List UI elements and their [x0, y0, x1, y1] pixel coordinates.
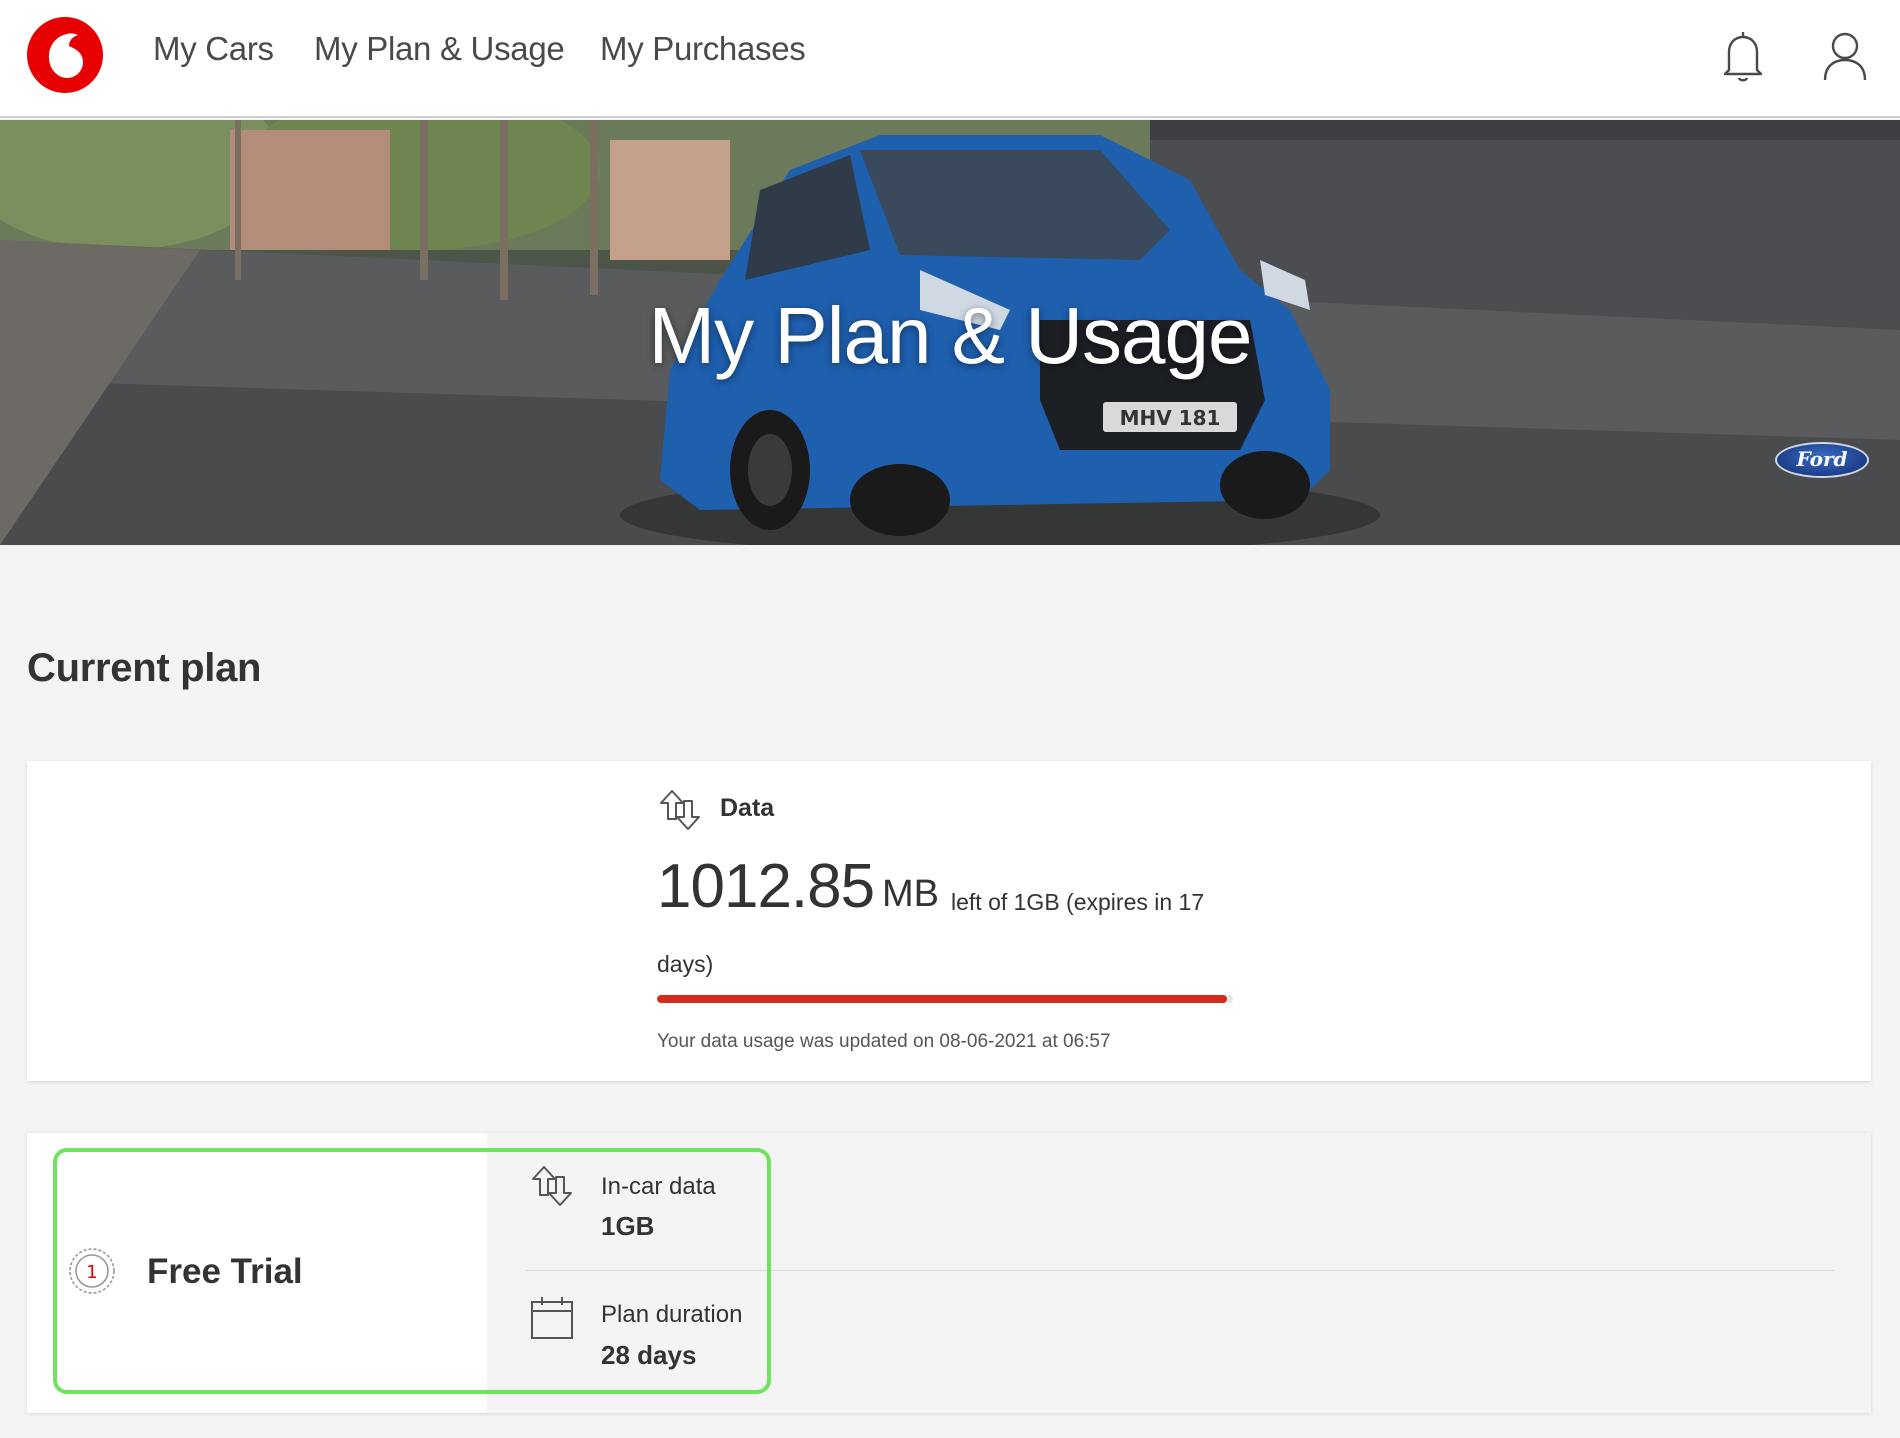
plan-duration-value: 28 days	[601, 1340, 697, 1370]
user-icon[interactable]	[1817, 26, 1873, 86]
data-transfer-icon	[532, 1166, 572, 1206]
data-usage-card: Data 1012.85 MB left of 1GB (expires in …	[27, 761, 1871, 1081]
plan-details-card: 1 Free Trial In-car data 1GB Plan durati…	[27, 1133, 1871, 1413]
section-title-current-plan: Current plan	[27, 646, 262, 690]
plan-duration-label: Plan duration	[601, 1301, 743, 1328]
data-remaining-text-continued: days)	[657, 951, 714, 977]
data-usage-bar	[657, 995, 1233, 1003]
data-remaining-text: left of 1GB (expires in 17	[951, 889, 1205, 915]
in-car-data-value: 1GB	[601, 1211, 655, 1241]
divider	[525, 1270, 1835, 1271]
data-unit: MB	[882, 873, 939, 915]
ford-logo: Ford	[1775, 442, 1869, 478]
award-badge-icon: 1	[69, 1248, 115, 1294]
top-navigation-bar: My Cars My Plan & Usage My Purchases	[0, 0, 1900, 118]
nav-my-plan-usage[interactable]: My Plan & Usage	[314, 30, 565, 68]
data-usage-bar-fill	[657, 995, 1228, 1003]
data-remaining-amount: 1012.85	[657, 852, 875, 921]
data-transfer-icon	[660, 790, 700, 830]
calendar-icon	[531, 1297, 573, 1339]
nav-my-cars[interactable]: My Cars	[153, 30, 274, 68]
svg-text:MHV 181: MHV 181	[1120, 406, 1221, 430]
badge-number: 1	[86, 1262, 97, 1283]
data-updated-timestamp: Your data usage was updated on 08-06-202…	[657, 1031, 1111, 1052]
page-title: My Plan & Usage	[648, 291, 1252, 380]
bell-icon[interactable]	[1715, 26, 1771, 86]
data-label: Data	[720, 794, 775, 822]
nav-my-purchases[interactable]: My Purchases	[600, 30, 806, 68]
vodafone-logo-icon[interactable]	[26, 16, 104, 94]
hero-banner: MHV 181 My Plan & Usage Ford	[0, 120, 1900, 545]
plan-name: Free Trial	[147, 1252, 303, 1291]
in-car-data-label: In-car data	[601, 1173, 716, 1200]
